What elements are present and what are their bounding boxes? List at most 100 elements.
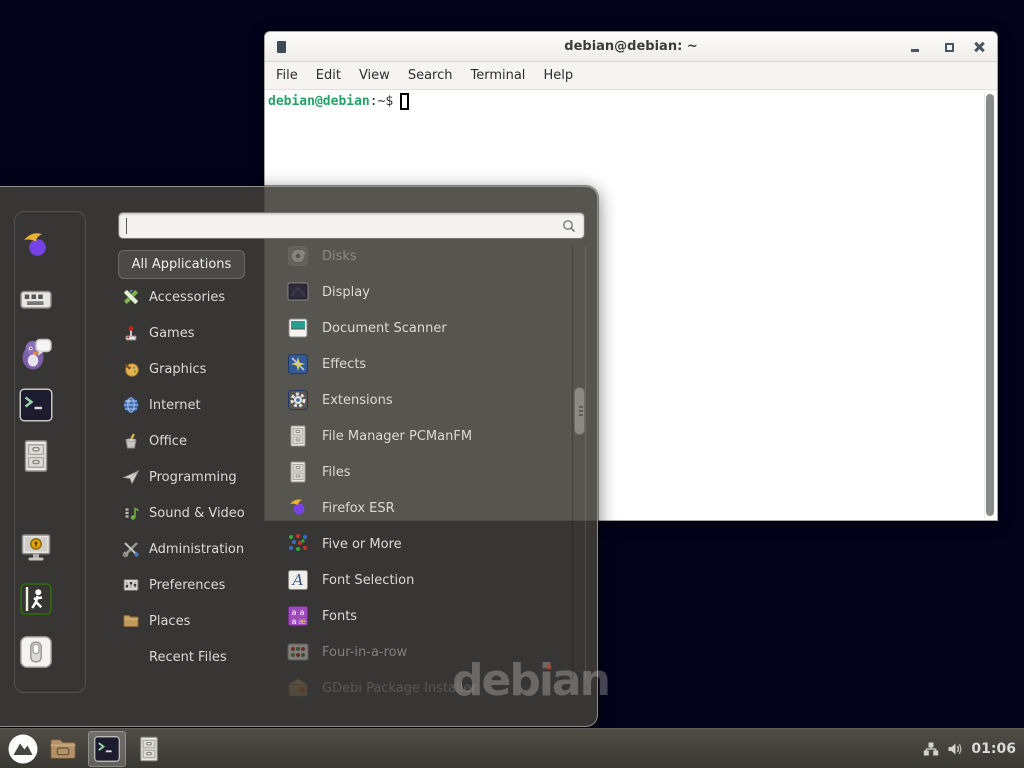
terminal-cursor [400, 93, 409, 110]
all-applications-button[interactable]: All Applications [118, 250, 245, 279]
lock-screen-icon[interactable] [18, 529, 54, 565]
terminal-scrollbar[interactable] [984, 92, 995, 518]
app-files[interactable]: Files [286, 454, 568, 490]
file-cabinet-icon [135, 734, 163, 764]
app-firefox-esr[interactable]: Firefox ESR [286, 490, 568, 526]
app-file-manager-pcmanfm[interactable]: File Manager PCManFM [286, 418, 568, 454]
category-preferences[interactable]: Preferences [122, 567, 272, 603]
fonts-icon [286, 604, 310, 628]
shell-prompt: debian@debian:~$ [268, 93, 409, 110]
office-icon [122, 432, 140, 450]
network-icon[interactable] [923, 741, 939, 757]
terminal-menubar: File Edit View Search Terminal Help [265, 62, 997, 90]
category-administration[interactable]: Administration [122, 531, 272, 567]
games-icon [122, 324, 140, 342]
preferences-icon [122, 576, 140, 594]
app-fonts[interactable]: Fonts [286, 598, 568, 634]
administration-icon [122, 540, 140, 558]
app-disks[interactable]: Disks [286, 238, 568, 274]
folder-icon [48, 734, 78, 764]
menu-scrollbar[interactable] [572, 247, 586, 679]
menu-search[interactable]: Search [399, 62, 462, 89]
app-extensions[interactable]: Extensions [286, 382, 568, 418]
menu-file[interactable]: File [267, 62, 307, 89]
folder-launcher[interactable] [46, 732, 80, 766]
menu-logo-icon [7, 733, 39, 765]
volume-icon[interactable] [947, 741, 963, 757]
file-cabinet-icon[interactable] [18, 438, 54, 474]
firefox-icon [286, 496, 310, 520]
terminal-taskbar-button[interactable] [88, 731, 126, 767]
prompt-user-host: debian@debian [268, 94, 370, 109]
terminal-icon[interactable] [18, 387, 54, 423]
category-sound-video[interactable]: Sound & Video [122, 495, 272, 531]
font-selection-icon [286, 568, 310, 592]
places-icon [122, 612, 140, 630]
application-menu: debian All Applications Accessories Game… [0, 186, 598, 727]
category-office[interactable]: Office [122, 423, 272, 459]
close-icon [974, 42, 984, 52]
minimize-button[interactable] [907, 39, 923, 55]
category-games[interactable]: Games [122, 315, 272, 351]
disks-icon [286, 244, 310, 268]
app-five-or-more[interactable]: Five or More [286, 526, 568, 562]
maximize-icon [945, 43, 954, 52]
file-manager-launcher[interactable] [132, 732, 166, 766]
desktop: debian@debian: ~ File Edit View Search T… [0, 0, 1024, 768]
category-internet[interactable]: Internet [122, 387, 272, 423]
app-four-in-a-row[interactable]: Four-in-a-row [286, 634, 568, 670]
menu-help[interactable]: Help [534, 62, 582, 89]
app-document-scanner[interactable]: Document Scanner [286, 310, 568, 346]
app-font-selection[interactable]: Font Selection [286, 562, 568, 598]
five-or-more-icon [286, 532, 310, 556]
scrollbar-grip [579, 414, 583, 416]
terminal-titlebar[interactable]: debian@debian: ~ [265, 32, 997, 62]
app-gdebi-package-installer[interactable]: GDebi Package Installer [286, 670, 568, 706]
menu-button[interactable] [6, 732, 40, 766]
extensions-icon [286, 388, 310, 412]
internet-icon [122, 396, 140, 414]
menu-edit[interactable]: Edit [307, 62, 350, 89]
graphics-icon [122, 360, 140, 378]
terminal-title: debian@debian: ~ [265, 39, 997, 54]
app-display[interactable]: Display [286, 274, 568, 310]
close-button[interactable] [971, 39, 987, 55]
keyboard-icon[interactable] [18, 281, 54, 317]
file-cabinet-icon [286, 460, 310, 484]
category-programming[interactable]: Programming [122, 459, 272, 495]
clock[interactable]: 01:06 [971, 741, 1016, 757]
prompt-suffix: :~$ [370, 94, 393, 109]
display-icon [286, 280, 310, 304]
file-cabinet-icon [286, 424, 310, 448]
category-accessories[interactable]: Accessories [122, 279, 272, 315]
system-tray: 01:06 [923, 741, 1024, 757]
logout-icon[interactable] [18, 581, 54, 617]
search-caret [126, 218, 127, 234]
shutdown-icon[interactable] [18, 634, 54, 670]
category-recent-files[interactable]: Recent Files [122, 639, 272, 675]
scrollbar-grip [579, 410, 583, 412]
search-input[interactable] [118, 212, 585, 239]
pidgin-icon[interactable] [18, 335, 54, 371]
maximize-button[interactable] [941, 39, 957, 55]
search-icon [561, 218, 577, 234]
sound-video-icon [122, 504, 140, 522]
minimize-icon [911, 49, 919, 52]
terminal-scrollbar-thumb[interactable] [986, 94, 994, 516]
app-effects[interactable]: Effects [286, 346, 568, 382]
programming-icon [122, 468, 140, 486]
four-in-a-row-icon [286, 640, 310, 664]
effects-icon [286, 352, 310, 376]
document-scanner-icon [286, 316, 310, 340]
terminal-icon [93, 735, 121, 763]
menu-terminal[interactable]: Terminal [461, 62, 534, 89]
category-places[interactable]: Places [122, 603, 272, 639]
scrollbar-grip [579, 406, 583, 408]
category-graphics[interactable]: Graphics [122, 351, 272, 387]
package-icon [286, 676, 310, 700]
accessories-icon [122, 288, 140, 306]
firefox-icon[interactable] [18, 228, 54, 264]
taskbar: 01:06 [0, 728, 1024, 768]
menu-view[interactable]: View [350, 62, 399, 89]
menu-scrollbar-thumb[interactable] [574, 387, 585, 435]
